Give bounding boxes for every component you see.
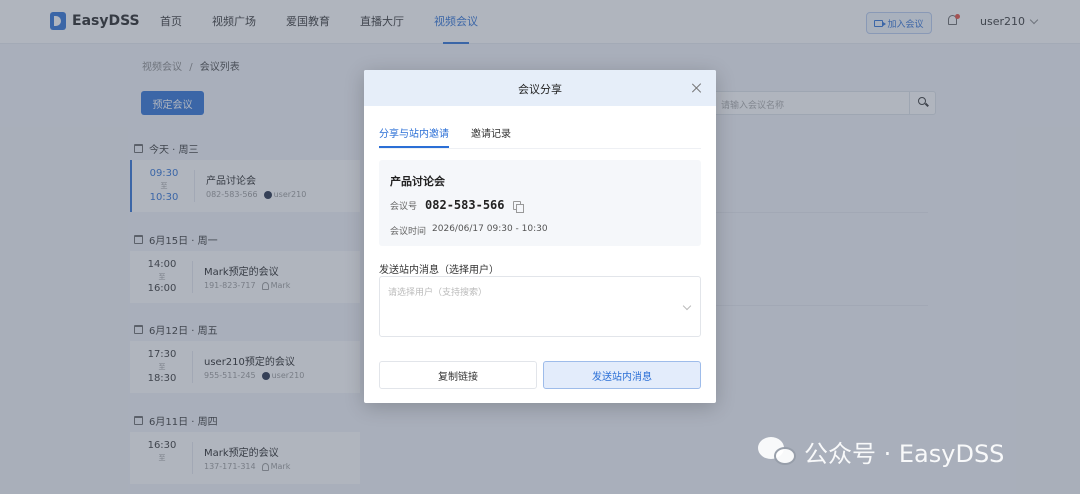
watermark: 公众号 · EasyDSS	[758, 434, 1004, 469]
copy-icon[interactable]	[512, 200, 524, 213]
tab-share-invite[interactable]: 分享与站内邀请	[379, 125, 449, 148]
user-select[interactable]: 请选择用户（支持搜索）	[379, 276, 701, 337]
send-message-button[interactable]: 发送站内消息	[543, 361, 701, 389]
copy-link-button[interactable]: 复制链接	[379, 361, 537, 389]
dialog-tabs: 分享与站内邀请 邀请记录	[379, 125, 511, 148]
meeting-time-value: 2026/06/17 09:30 - 10:30	[432, 224, 548, 234]
tab-invite-records[interactable]: 邀请记录	[471, 125, 511, 148]
user-select-placeholder: 请选择用户（支持搜索）	[388, 288, 488, 298]
dialog-header: 会议分享	[364, 70, 716, 106]
tab-divider	[379, 148, 701, 149]
chevron-down-icon	[682, 301, 692, 311]
meeting-time-row: 会议时间 2026/06/17 09:30 - 10:30	[390, 224, 548, 237]
meeting-id-row: 会议号 082-583-566	[390, 198, 524, 213]
meeting-info-card: 产品讨论会 会议号 082-583-566 会议时间 2026/06/17 09…	[379, 160, 701, 246]
meeting-name: 产品讨论会	[390, 175, 445, 188]
wechat-icon	[758, 436, 796, 467]
meeting-id-label: 会议号	[390, 201, 418, 212]
dialog-title: 会议分享	[518, 83, 562, 96]
share-meeting-dialog: 会议分享 分享与站内邀请 邀请记录 产品讨论会 会议号 082-583-566 …	[364, 70, 716, 403]
meeting-time-label: 会议时间	[390, 227, 427, 237]
watermark-text: 公众号 · EasyDSS	[804, 440, 1005, 468]
close-icon[interactable]	[692, 83, 702, 93]
send-message-label: 发送站内消息（选择用户）	[379, 265, 499, 276]
meeting-id: 082-583-566	[425, 198, 505, 212]
